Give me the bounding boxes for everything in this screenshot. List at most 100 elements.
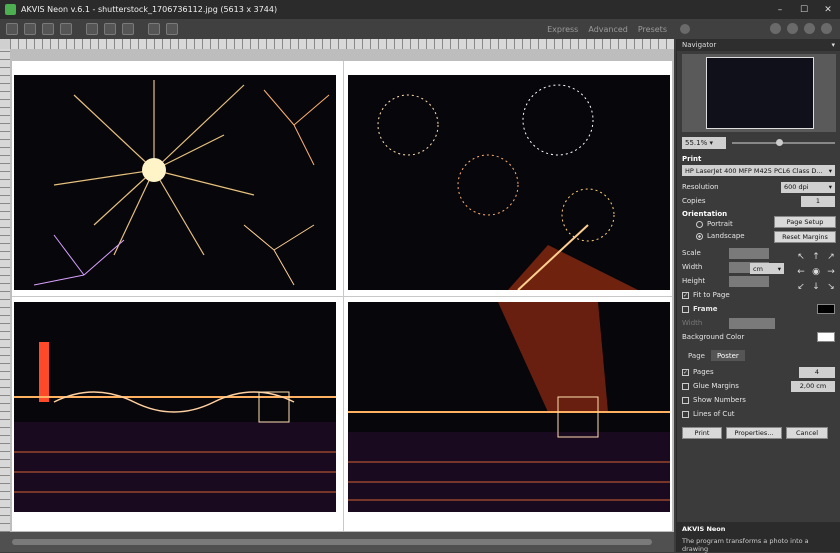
scale-input bbox=[729, 247, 769, 259]
zoom-select[interactable]: 55.1% ▾ bbox=[682, 137, 726, 149]
bridge-image bbox=[348, 302, 670, 512]
tab-page[interactable]: Page bbox=[682, 350, 711, 361]
glue-margins-label: Glue Margins bbox=[693, 382, 739, 390]
save-icon[interactable] bbox=[24, 23, 36, 35]
print-tabs: Page Poster bbox=[677, 350, 840, 361]
arrow-up-right-icon[interactable]: ↗ bbox=[825, 251, 837, 263]
arrow-up-icon[interactable]: ↑ bbox=[810, 251, 822, 263]
fireworks-image bbox=[377, 84, 638, 290]
toolbar: Express Advanced Presets bbox=[0, 19, 840, 39]
info-title: AKVIS Neon bbox=[682, 525, 726, 533]
poster-tile-2 bbox=[348, 75, 670, 290]
print-preview-canvas[interactable] bbox=[10, 49, 674, 532]
arrow-down-right-icon[interactable]: ↘ bbox=[825, 281, 837, 293]
print-button[interactable]: Print bbox=[682, 427, 722, 439]
properties-button[interactable]: Properties... bbox=[726, 427, 782, 439]
center-icon[interactable]: ◉ bbox=[810, 266, 822, 278]
settings-icon[interactable] bbox=[804, 23, 815, 34]
batch-icon[interactable] bbox=[104, 23, 116, 35]
landscape-label: Landscape bbox=[707, 232, 745, 240]
fireworks-image bbox=[33, 80, 330, 286]
help-icon[interactable] bbox=[787, 23, 798, 34]
poster-tile-4 bbox=[348, 302, 670, 512]
show-numbers-checkbox[interactable] bbox=[682, 396, 689, 404]
glue-margins-checkbox[interactable] bbox=[682, 382, 689, 390]
scrollbar-thumb[interactable] bbox=[12, 539, 652, 545]
resolution-value: 600 dpi bbox=[784, 183, 809, 191]
collapse-icon[interactable]: ▾ bbox=[831, 41, 835, 49]
copies-input[interactable]: 1 bbox=[801, 195, 835, 207]
arrow-down-left-icon[interactable]: ↙ bbox=[795, 281, 807, 293]
fit-to-page-checkbox[interactable]: ✓ bbox=[682, 291, 689, 299]
open-icon[interactable] bbox=[6, 23, 18, 35]
height-input bbox=[729, 275, 769, 287]
zoom-slider-knob[interactable] bbox=[776, 139, 783, 146]
lines-of-cut-checkbox[interactable] bbox=[682, 410, 689, 418]
image-icon[interactable] bbox=[122, 23, 134, 35]
resolution-select[interactable]: 600 dpi ▾ bbox=[781, 181, 835, 193]
background-color-label: Background Color bbox=[682, 333, 745, 341]
navigator-header: Navigator ▾ bbox=[677, 39, 840, 51]
mode-switcher: Express Advanced Presets bbox=[547, 19, 690, 39]
glue-margins-input[interactable]: 2,00 cm bbox=[791, 380, 835, 392]
app-icon bbox=[5, 4, 16, 15]
unit-select[interactable]: cm ▾ bbox=[750, 263, 784, 274]
redo-icon[interactable] bbox=[166, 23, 178, 35]
navigator-preview[interactable] bbox=[682, 54, 836, 132]
maximize-button[interactable]: ☐ bbox=[792, 0, 816, 19]
lines-of-cut-label: Lines of Cut bbox=[693, 410, 735, 418]
ruler-corner bbox=[0, 39, 10, 49]
print-section-title: Print bbox=[682, 155, 702, 163]
resolution-label: Resolution bbox=[682, 183, 719, 191]
arrow-right-icon[interactable]: → bbox=[825, 266, 837, 278]
frame-color-swatch[interactable] bbox=[817, 304, 835, 314]
frame-width-label: Width bbox=[682, 319, 703, 327]
navigator-title: Navigator bbox=[682, 41, 717, 49]
mode-presets[interactable]: Presets bbox=[638, 25, 667, 34]
print-icon[interactable] bbox=[60, 23, 72, 35]
printer-select[interactable]: HP LaserJet 400 MFP M425 PCL6 Class D...… bbox=[682, 165, 835, 176]
undo-icon[interactable] bbox=[148, 23, 160, 35]
horizontal-scrollbar[interactable] bbox=[0, 532, 674, 552]
landscape-radio[interactable] bbox=[696, 232, 703, 240]
info-icon[interactable] bbox=[770, 23, 781, 34]
bridge-image bbox=[14, 342, 336, 512]
pages-input[interactable]: 4 bbox=[799, 366, 835, 378]
arrow-up-left-icon[interactable]: ↖ bbox=[795, 251, 807, 263]
pages-checkbox[interactable]: ✓ bbox=[682, 368, 689, 376]
frame-label: Frame bbox=[693, 305, 718, 313]
arrow-down-icon[interactable]: ↓ bbox=[810, 281, 822, 293]
horizontal-ruler bbox=[10, 39, 674, 49]
info-text: The program transforms a photo into a dr… bbox=[682, 537, 809, 553]
settings-panel: Navigator ▾ 55.1% ▾ Print HP LaserJet 40… bbox=[676, 39, 840, 553]
print-page bbox=[12, 61, 672, 531]
play-icon[interactable] bbox=[680, 24, 690, 34]
minimize-button[interactable]: – bbox=[768, 0, 792, 19]
title-bar: AKVIS Neon v.6.1 - shutterstock_17067361… bbox=[0, 0, 840, 19]
pages-label: Pages bbox=[693, 368, 714, 376]
show-numbers-label: Show Numbers bbox=[693, 396, 746, 404]
mode-advanced[interactable]: Advanced bbox=[588, 25, 628, 34]
close-button[interactable]: ✕ bbox=[816, 0, 840, 19]
portrait-radio[interactable] bbox=[696, 220, 703, 228]
navigator-thumbnail bbox=[706, 57, 814, 129]
export-icon[interactable] bbox=[42, 23, 54, 35]
arrow-left-icon[interactable]: ← bbox=[795, 266, 807, 278]
page-setup-button[interactable]: Page Setup bbox=[774, 216, 836, 228]
window-title: AKVIS Neon v.6.1 - shutterstock_17067361… bbox=[21, 5, 278, 14]
copies-label: Copies bbox=[682, 197, 706, 205]
portrait-label: Portrait bbox=[707, 220, 733, 228]
unit-value: cm bbox=[753, 264, 763, 273]
height-label: Height bbox=[682, 277, 706, 285]
frame-width-input bbox=[729, 317, 775, 329]
background-color-swatch[interactable] bbox=[817, 332, 835, 342]
reset-margins-button[interactable]: Reset Margins bbox=[774, 231, 836, 243]
cancel-button[interactable]: Cancel bbox=[786, 427, 828, 439]
share-icon[interactable] bbox=[86, 23, 98, 35]
news-icon[interactable] bbox=[821, 23, 832, 34]
width-label: Width bbox=[682, 263, 703, 271]
zoom-slider[interactable] bbox=[732, 139, 835, 146]
mode-express[interactable]: Express bbox=[547, 25, 578, 34]
tab-poster[interactable]: Poster bbox=[710, 350, 745, 361]
frame-checkbox[interactable] bbox=[682, 305, 689, 313]
